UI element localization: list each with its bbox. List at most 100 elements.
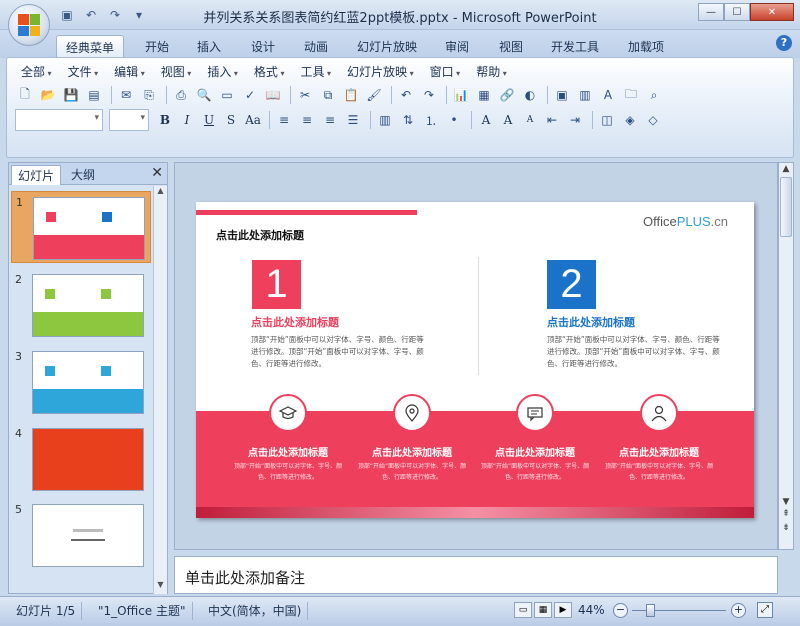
underline-icon[interactable]: U xyxy=(199,110,219,130)
tab-insert[interactable]: 插入 xyxy=(188,35,230,58)
menu-tools[interactable]: 工具 xyxy=(292,63,339,81)
menu-slideshow[interactable]: 幻灯片放映 xyxy=(339,63,422,81)
font-name-combo[interactable] xyxy=(15,109,103,131)
arrange-icon[interactable]: ◫ xyxy=(597,110,617,130)
numbering-icon[interactable]: ⒈ xyxy=(421,110,441,130)
tab-developer[interactable]: 开发工具 xyxy=(542,35,608,58)
slideshow-icon[interactable]: ▶ xyxy=(554,602,572,618)
column-2-heading[interactable]: 点击此处添加标题 xyxy=(547,314,635,330)
zoom-in-button[interactable]: + xyxy=(731,603,746,618)
print-preview-icon[interactable]: 🔍 xyxy=(194,85,214,105)
bullets-icon[interactable]: • xyxy=(444,110,464,130)
tab-slideshow[interactable]: 幻灯片放映 xyxy=(348,35,426,58)
menu-edit[interactable]: 编辑 xyxy=(106,63,153,81)
slide-thumb-1[interactable]: 1 xyxy=(11,191,151,263)
bottom-heading-4[interactable]: 点击此处添加标题 xyxy=(599,444,719,459)
tab-view[interactable]: 视图 xyxy=(490,35,532,58)
tab-classic-menu[interactable]: 经典菜单 xyxy=(56,35,125,58)
align-center-icon[interactable]: ≡ xyxy=(297,110,317,130)
close-icon[interactable]: ✕ xyxy=(151,165,163,181)
menu-format[interactable]: 格式 xyxy=(246,63,293,81)
slide-thumb-5[interactable]: 5 xyxy=(11,499,151,571)
quick-styles-icon[interactable]: ◈ xyxy=(620,110,640,130)
menu-help[interactable]: 帮助 xyxy=(468,63,515,81)
change-case-icon[interactable]: Aa xyxy=(243,110,263,130)
fit-to-window-icon[interactable]: ⤢ xyxy=(757,602,773,618)
cut-icon[interactable]: ✂ xyxy=(295,85,315,105)
search-icon[interactable]: ⌕ xyxy=(644,85,664,105)
map-pin-icon[interactable] xyxy=(393,394,431,432)
copy-icon[interactable]: ⧉ xyxy=(318,85,338,105)
menu-insert[interactable]: 插入 xyxy=(199,63,246,81)
align-left-icon[interactable]: ≡ xyxy=(274,110,294,130)
print-icon[interactable]: ⎙ xyxy=(171,85,191,105)
slide-thumb-4[interactable]: 4 xyxy=(11,423,151,495)
scroll-up-icon[interactable]: ▲ xyxy=(154,186,167,200)
scrollbar-thumb[interactable] xyxy=(780,177,792,237)
open-icon[interactable]: 📂 xyxy=(38,85,58,105)
textbox-icon[interactable]: A xyxy=(598,85,618,105)
columns-icon[interactable]: ▥ xyxy=(375,110,395,130)
format-painter-icon[interactable]: 🖌 xyxy=(364,85,384,105)
bottom-text-3[interactable]: 顶部“开始”面板中可以对字体、字号、颜色、行距等进行修改。 xyxy=(475,461,595,483)
zoom-out-button[interactable]: − xyxy=(613,603,628,618)
tab-addins[interactable]: 加载项 xyxy=(619,35,673,58)
scroll-down-icon[interactable]: ▼ xyxy=(779,497,793,507)
research-icon[interactable]: 📖 xyxy=(263,85,283,105)
page-setup-icon[interactable]: ▭ xyxy=(217,85,237,105)
number-box-2[interactable]: 2 xyxy=(547,260,596,309)
slide-title[interactable]: 点击此处添加标题 xyxy=(216,227,304,243)
strikethrough-icon[interactable]: S xyxy=(221,110,241,130)
permission-icon[interactable]: ✉ xyxy=(116,85,136,105)
bottom-heading-2[interactable]: 点击此处添加标题 xyxy=(352,444,472,459)
font-color-icon[interactable]: A xyxy=(476,110,496,130)
shrink-font-icon[interactable]: A xyxy=(520,110,540,130)
slide-sorter-icon[interactable]: ▦ xyxy=(534,602,552,618)
slide-canvas[interactable]: 点击此处添加标题 OfficePLUS.cn 1 点击此处添加标题 顶部“开始”… xyxy=(196,202,754,518)
column-2-text[interactable]: 顶部“开始”面板中可以对字体、字号、颜色、行距等进行修改。顶部“开始”面板中可以… xyxy=(547,334,727,370)
graduation-cap-icon[interactable] xyxy=(269,394,307,432)
zoom-slider-thumb[interactable] xyxy=(646,604,655,617)
slide-thumb-2[interactable]: 2 xyxy=(11,269,151,341)
notes-pane[interactable]: 单击此处添加备注 xyxy=(174,556,778,594)
save-icon[interactable]: 💾 xyxy=(61,85,81,105)
font-size-combo[interactable] xyxy=(109,109,149,131)
increase-indent-icon[interactable]: ⇥ xyxy=(565,110,585,130)
hyperlink-icon[interactable]: 🔗 xyxy=(497,85,517,105)
maximize-button[interactable]: ☐ xyxy=(724,3,750,21)
bottom-text-2[interactable]: 顶部“开始”面板中可以对字体、字号、颜色、行距等进行修改。 xyxy=(352,461,472,483)
decrease-indent-icon[interactable]: ⇤ xyxy=(542,110,562,130)
bottom-text-4[interactable]: 顶部“开始”面板中可以对字体、字号、颜色、行距等进行修改。 xyxy=(599,461,719,483)
shape-fill-icon[interactable]: ◇ xyxy=(643,110,663,130)
grow-font-icon[interactable]: A xyxy=(498,110,518,130)
help-icon[interactable]: ? xyxy=(776,35,792,51)
justify-icon[interactable]: ☰ xyxy=(343,110,363,130)
thumbnail-scrollbar[interactable]: ▲ ▼ xyxy=(153,186,167,594)
new-icon[interactable]: 🗋 xyxy=(15,85,35,105)
menu-all[interactable]: 全部 xyxy=(13,63,60,81)
tab-outline[interactable]: 大纲 xyxy=(65,165,101,185)
undo-icon[interactable]: ↶ xyxy=(396,85,416,105)
slide-scrollbar[interactable]: ▲ ▼ ⇞ ⇟ xyxy=(778,162,794,550)
menu-view[interactable]: 视图 xyxy=(153,63,200,81)
notes-placeholder[interactable]: 单击此处添加备注 xyxy=(185,567,305,588)
italic-icon[interactable]: I xyxy=(177,110,197,130)
menu-window[interactable]: 窗口 xyxy=(422,63,469,81)
column-1-text[interactable]: 顶部“开始”面板中可以对字体、字号、颜色、行距等进行修改。顶部“开始”面板中可以… xyxy=(251,334,431,370)
grayscale-icon[interactable]: ◐ xyxy=(520,85,540,105)
minimize-button[interactable]: — xyxy=(698,3,724,21)
tab-home[interactable]: 开始 xyxy=(136,35,178,58)
language[interactable]: 中文(简体，中国) xyxy=(202,602,309,620)
publish-icon[interactable]: ⎘ xyxy=(139,85,159,105)
chart-icon[interactable]: 📊 xyxy=(451,85,471,105)
align-right-icon[interactable]: ≡ xyxy=(320,110,340,130)
user-icon[interactable] xyxy=(640,394,678,432)
bold-icon[interactable]: B xyxy=(155,110,175,130)
open-folder-icon[interactable]: 🗀 xyxy=(621,85,641,105)
text-direction-icon[interactable]: ⇅ xyxy=(398,110,418,130)
office-button[interactable] xyxy=(8,4,50,46)
bottom-text-1[interactable]: 顶部“开始”面板中可以对字体、字号、颜色、行距等进行修改。 xyxy=(228,461,348,483)
scroll-down-icon[interactable]: ▼ xyxy=(154,580,167,594)
tab-animation[interactable]: 动画 xyxy=(295,35,337,58)
next-slide-icon[interactable]: ⇟ xyxy=(779,523,793,533)
